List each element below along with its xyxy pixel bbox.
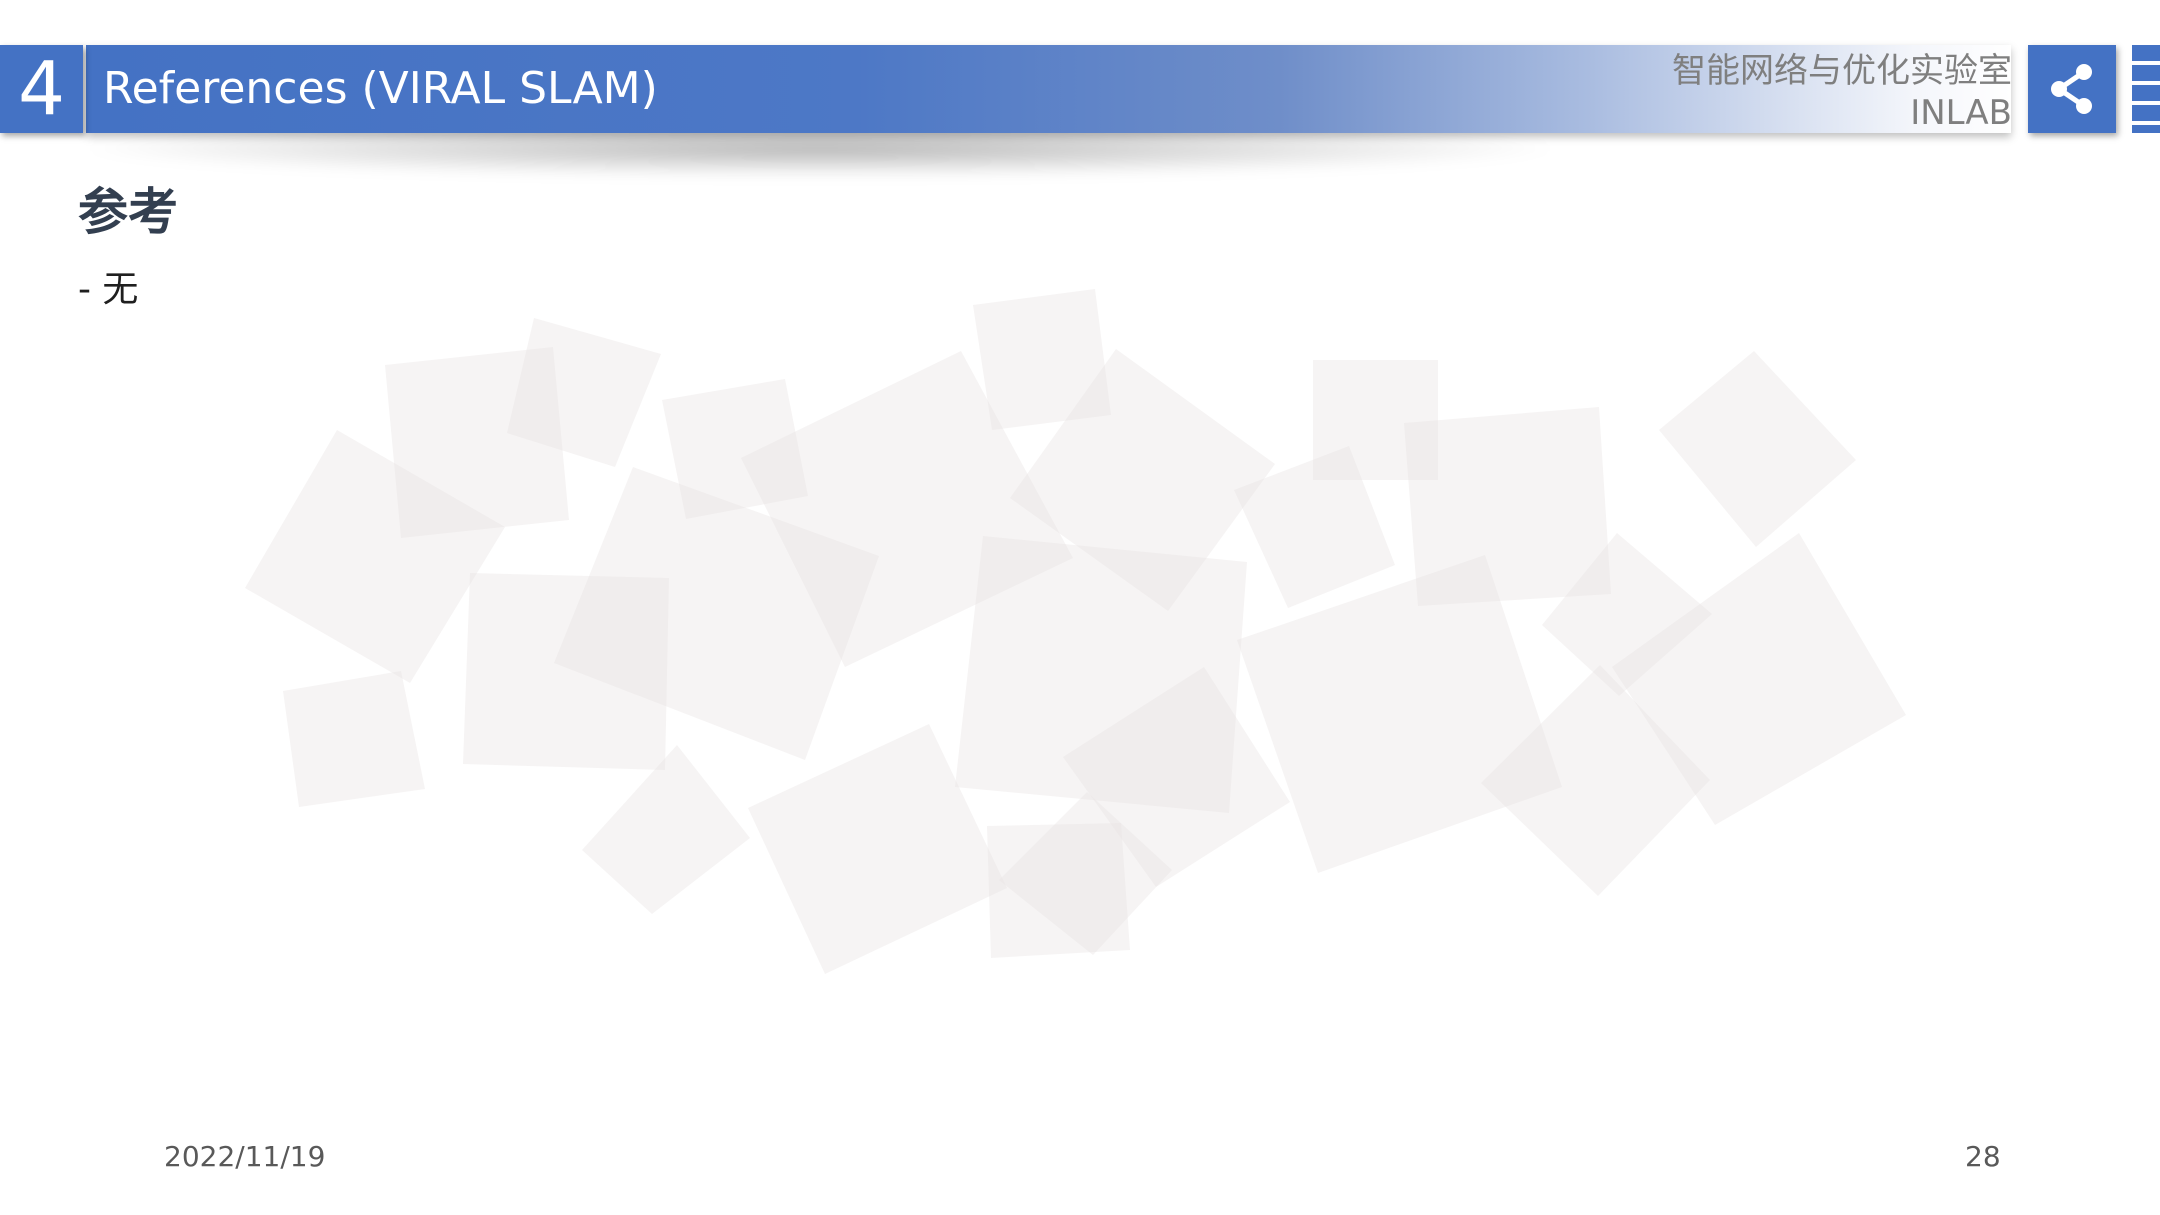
edge-decoration bbox=[2132, 45, 2160, 133]
lab-name-en: INLAB bbox=[1910, 93, 2012, 133]
background-decoration bbox=[245, 289, 1906, 974]
slide-title: References (VIRAL SLAM) bbox=[103, 63, 658, 114]
lab-name-cn: 智能网络与优化实验室 bbox=[1672, 51, 2012, 91]
share-icon bbox=[2051, 64, 2092, 114]
share-button[interactable] bbox=[2028, 45, 2116, 133]
footer-date: 2022/11/19 bbox=[164, 1140, 326, 1173]
lab-name: 智能网络与优化实验室 INLAB bbox=[1672, 50, 2012, 134]
page-number: 28 bbox=[1965, 1140, 2001, 1173]
section-number: 4 bbox=[0, 45, 83, 133]
content-heading: 参考 bbox=[78, 183, 178, 241]
content-bullet: - 无 bbox=[78, 269, 139, 310]
